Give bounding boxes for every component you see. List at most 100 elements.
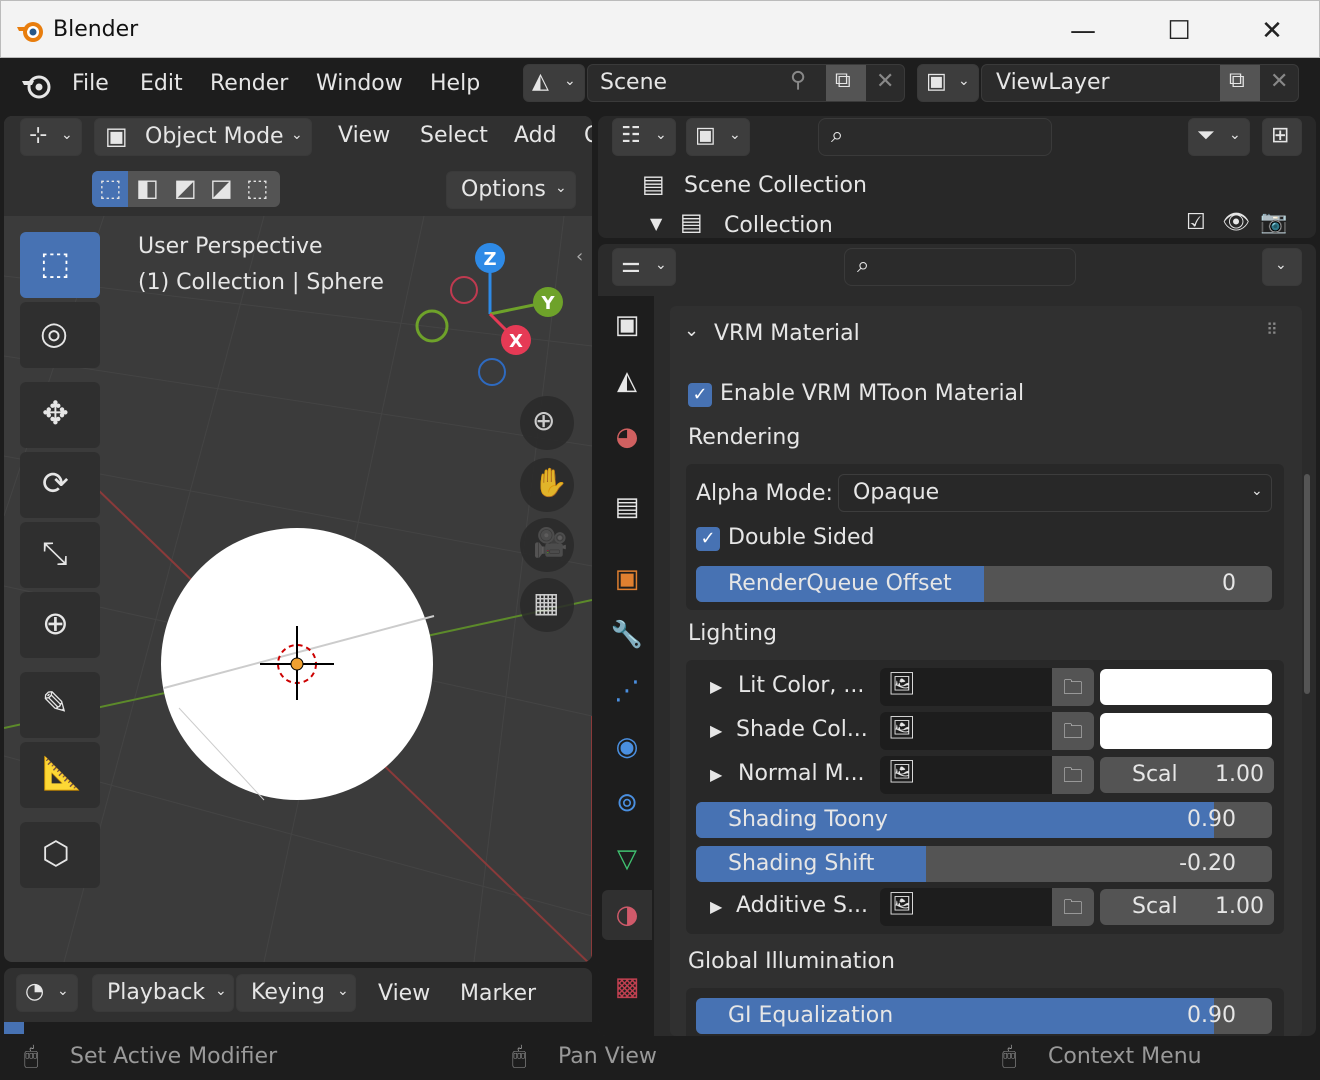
- perspective-toggle-button[interactable]: ▦: [520, 578, 574, 632]
- additive-open-button[interactable]: 🗀: [1052, 888, 1094, 926]
- select-new-button[interactable]: ⬚: [92, 171, 128, 207]
- tab-render[interactable]: ▣: [602, 300, 652, 350]
- 3d-viewport[interactable]: ⊹ ⌄ ▣ Object Mode ⌄ View Select Add O ⬚ …: [4, 116, 592, 962]
- double-sided-checkbox[interactable]: ✓: [696, 527, 720, 551]
- tab-texture[interactable]: ▩: [602, 962, 652, 1012]
- tab-particles[interactable]: ⋰: [602, 666, 652, 716]
- tab-material[interactable]: ◑: [602, 890, 652, 940]
- close-button[interactable]: ✕: [1252, 11, 1292, 51]
- tab-physics[interactable]: ◉: [602, 722, 652, 772]
- lit-color-texture[interactable]: 🖼: [880, 668, 1052, 706]
- select-subtract-icon[interactable]: ◩: [174, 174, 197, 202]
- drag-handle-icon[interactable]: ⠿: [1266, 320, 1278, 339]
- shading-toony-slider[interactable]: Shading Toony 0.90: [696, 802, 1272, 838]
- playhead[interactable]: [4, 1022, 24, 1034]
- lit-color-swatch[interactable]: [1100, 669, 1272, 705]
- mode-dropdown[interactable]: ▣ Object Mode ⌄: [94, 118, 312, 156]
- delete-viewlayer-icon[interactable]: ✕: [1270, 69, 1288, 94]
- expand-arrow-icon[interactable]: ▶: [710, 721, 722, 740]
- tool-select-box[interactable]: ⬚: [20, 232, 100, 298]
- additive-scale-field[interactable]: Scal 1.00: [1100, 889, 1274, 925]
- playback-dropdown[interactable]: Playback ⌄: [92, 974, 234, 1012]
- properties-scrollbar[interactable]: [1304, 474, 1310, 694]
- tool-measure[interactable]: 📐: [20, 742, 100, 808]
- shade-color-texture[interactable]: 🖼: [880, 712, 1052, 750]
- options-dropdown[interactable]: Options ⌄: [446, 171, 576, 209]
- viewport-menu-add[interactable]: Add: [514, 123, 557, 148]
- tab-data[interactable]: ▽: [602, 834, 652, 884]
- panel-title[interactable]: VRM Material: [714, 321, 860, 346]
- tool-add-cube[interactable]: ⬡: [20, 822, 100, 888]
- blender-menu-icon[interactable]: [20, 70, 54, 100]
- shade-color-open-button[interactable]: 🗀: [1052, 712, 1094, 750]
- shade-color-label[interactable]: Shade Col...: [736, 717, 868, 742]
- tab-world[interactable]: ◕: [602, 412, 652, 462]
- viewport-menu-object[interactable]: O: [584, 123, 592, 148]
- collection-label[interactable]: Collection: [724, 213, 833, 238]
- select-invert-icon[interactable]: ◪: [210, 174, 233, 202]
- viewlayer-type-dropdown[interactable]: ▣ ⌄: [917, 64, 979, 102]
- render-queue-slider[interactable]: RenderQueue Offset 0: [696, 566, 1272, 602]
- select-extend-icon[interactable]: ◧: [136, 174, 159, 202]
- enable-mtoon-label[interactable]: Enable VRM MToon Material: [720, 381, 1024, 406]
- new-scene-button[interactable]: ⧉: [826, 65, 866, 101]
- alpha-mode-dropdown[interactable]: Opaque ⌄: [838, 474, 1272, 512]
- camera-view-button[interactable]: 🎥: [520, 518, 574, 572]
- expand-arrow-icon[interactable]: ▶: [710, 897, 722, 916]
- camera-render-icon[interactable]: 📷: [1260, 210, 1287, 235]
- outliner-editor-type[interactable]: ☷ ⌄: [612, 118, 676, 156]
- lit-color-label[interactable]: Lit Color, ...: [738, 673, 864, 698]
- properties-editor-type[interactable]: ⚌ ⌄: [612, 248, 676, 286]
- timeline-editor-type[interactable]: ◔ ⌄: [16, 974, 78, 1012]
- expand-arrow-icon[interactable]: ▼: [650, 214, 662, 233]
- editor-type-dropdown[interactable]: ⊹ ⌄: [20, 118, 82, 156]
- expand-arrow-icon[interactable]: ▶: [710, 677, 722, 696]
- delete-scene-icon[interactable]: ✕: [876, 69, 894, 94]
- additive-label[interactable]: Additive S...: [736, 893, 868, 918]
- normal-map-open-button[interactable]: 🗀: [1052, 756, 1094, 794]
- timeline-menu-marker[interactable]: Marker: [460, 981, 536, 1006]
- tool-scale[interactable]: ⤡: [20, 522, 100, 588]
- scene-type-dropdown[interactable]: ◭ ⌄: [523, 64, 585, 102]
- tab-object[interactable]: ▣: [602, 554, 652, 604]
- new-collection-button[interactable]: ⊞: [1262, 118, 1302, 156]
- tab-constraints[interactable]: ⊚: [602, 778, 652, 828]
- normal-scale-field[interactable]: Scal 1.00: [1100, 757, 1274, 793]
- chevron-down-icon[interactable]: ⌄: [684, 320, 699, 341]
- select-intersect-icon[interactable]: ⬚: [246, 174, 269, 202]
- properties-options-dropdown[interactable]: ⌄: [1262, 248, 1302, 286]
- menu-window[interactable]: Window: [308, 68, 411, 100]
- gi-equalization-slider[interactable]: GI Equalization 0.90: [696, 998, 1272, 1034]
- collapse-sidebar-icon[interactable]: ‹: [576, 246, 583, 267]
- minimize-button[interactable]: —: [1063, 11, 1103, 51]
- menu-render[interactable]: Render: [202, 68, 296, 100]
- menu-help[interactable]: Help: [422, 68, 488, 100]
- viewlayer-field[interactable]: ViewLayer ⧉ ✕: [981, 64, 1299, 102]
- properties-search-input[interactable]: ⌕: [844, 248, 1076, 286]
- tool-cursor[interactable]: ◎: [20, 302, 100, 368]
- viewport-menu-select[interactable]: Select: [420, 123, 488, 148]
- viewport-menu-view[interactable]: View: [338, 123, 390, 148]
- tool-rotate[interactable]: ⟳: [20, 452, 100, 518]
- tab-scene[interactable]: ◭: [602, 356, 652, 406]
- pin-icon[interactable]: ⚲: [790, 68, 806, 93]
- normal-map-texture[interactable]: 🖼: [880, 756, 1052, 794]
- exclude-checkbox-icon[interactable]: ☑: [1186, 210, 1206, 235]
- shading-shift-slider[interactable]: Shading Shift -0.20: [696, 846, 1272, 882]
- outliner-search-input[interactable]: ⌕: [818, 118, 1052, 156]
- expand-arrow-icon[interactable]: ▶: [710, 765, 722, 784]
- scene-field[interactable]: Scene ⚲ ⧉ ✕: [587, 64, 905, 102]
- tab-collection[interactable]: ▤: [602, 482, 652, 532]
- double-sided-label[interactable]: Double Sided: [728, 525, 875, 550]
- pan-button[interactable]: ✋: [520, 458, 574, 512]
- additive-texture[interactable]: 🖼: [880, 888, 1052, 926]
- zoom-button[interactable]: ⊕: [520, 396, 574, 450]
- enable-mtoon-checkbox[interactable]: ✓: [688, 383, 712, 407]
- scene-collection-label[interactable]: Scene Collection: [684, 173, 867, 198]
- menu-file[interactable]: File: [64, 68, 117, 100]
- shade-color-swatch[interactable]: [1100, 713, 1272, 749]
- timeline-menu-view[interactable]: View: [378, 981, 430, 1006]
- tab-modifiers[interactable]: 🔧: [602, 610, 652, 660]
- timeline-scrubber[interactable]: [4, 1022, 592, 1034]
- lit-color-open-button[interactable]: 🗀: [1052, 668, 1094, 706]
